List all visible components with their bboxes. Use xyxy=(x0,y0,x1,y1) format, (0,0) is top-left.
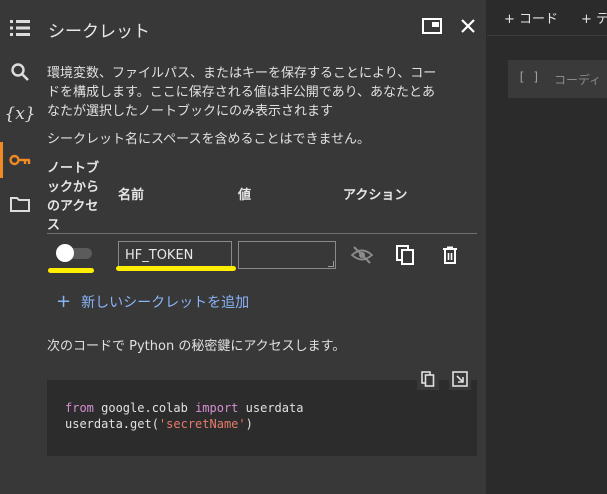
notebook-area: + コード + テ [ ] コーディ xyxy=(487,0,607,494)
close-icon[interactable] xyxy=(454,12,482,40)
run-cell-bracket[interactable]: [ ] xyxy=(518,70,540,84)
cell-placeholder: コーディ xyxy=(554,73,602,87)
variables-icon[interactable]: {x} xyxy=(4,98,36,130)
add-code-cell-button[interactable]: + コード xyxy=(504,8,558,27)
panel-title: シークレット xyxy=(48,22,150,42)
code-description: 次のコードで Python の秘密鍵にアクセスします。 xyxy=(47,339,346,354)
column-header-action: アクション xyxy=(343,188,408,203)
colab-window: {x} シークレット 環境変数、ファイルパス、またはキーを保存することにより、コ… xyxy=(0,0,607,494)
toggle-knob xyxy=(56,244,74,262)
code-call: userdata.get( xyxy=(65,417,159,431)
code-identifier: userdata xyxy=(238,401,304,415)
visibility-off-icon[interactable] xyxy=(349,242,375,268)
code-snippet: from google.colab import userdata userda… xyxy=(47,368,477,456)
code-text: from google.colab import userdata userda… xyxy=(65,400,303,432)
code-close-paren: ) xyxy=(245,417,253,431)
open-in-tab-icon[interactable] xyxy=(418,12,446,40)
toolbar-divider xyxy=(487,35,607,36)
table-of-contents-icon[interactable] xyxy=(4,12,36,44)
code-string: 'secretName' xyxy=(158,417,246,431)
code-keyword: import xyxy=(195,401,239,415)
column-header-name: 名前 xyxy=(118,188,145,203)
folder-icon[interactable] xyxy=(4,188,36,220)
copy-code-icon[interactable] xyxy=(417,368,439,390)
code-keyword: from xyxy=(65,401,94,415)
left-icon-rail: {x} xyxy=(0,0,38,494)
annotation-underline xyxy=(116,266,236,271)
secrets-description: 環境変数、ファイルパス、またはキーを保存することにより、コードを構成します。ここ… xyxy=(47,66,437,119)
active-tab-indicator xyxy=(0,142,3,178)
copy-icon[interactable] xyxy=(392,242,418,268)
resize-grip[interactable] xyxy=(328,261,334,267)
secret-value-input[interactable] xyxy=(238,241,336,269)
search-icon[interactable] xyxy=(4,56,36,88)
annotation-underline xyxy=(48,268,94,273)
insert-code-icon[interactable] xyxy=(449,368,471,390)
column-header-access: ノートブックからのアクセス xyxy=(47,161,100,233)
code-module: google.colab xyxy=(93,401,196,415)
plus-icon: + xyxy=(56,291,72,312)
code-cell[interactable]: [ ] コーディ xyxy=(508,60,607,98)
key-icon[interactable] xyxy=(4,144,36,176)
add-secret-button[interactable]: + 新しいシークレットを追加 xyxy=(56,292,249,312)
column-header-value: 値 xyxy=(238,188,252,203)
delete-icon[interactable] xyxy=(437,242,463,268)
add-secret-label: 新しいシークレットを追加 xyxy=(81,295,250,311)
notebook-access-toggle[interactable] xyxy=(56,244,94,262)
secret-name-input[interactable] xyxy=(118,241,232,269)
secrets-panel: シークレット 環境変数、ファイルパス、またはキーを保存することにより、コードを構… xyxy=(38,0,486,494)
no-spaces-note: シークレット名にスペースを含めることはできません。 xyxy=(47,132,371,147)
table-header-divider xyxy=(47,233,477,234)
add-text-cell-button[interactable]: + テ xyxy=(581,8,607,27)
